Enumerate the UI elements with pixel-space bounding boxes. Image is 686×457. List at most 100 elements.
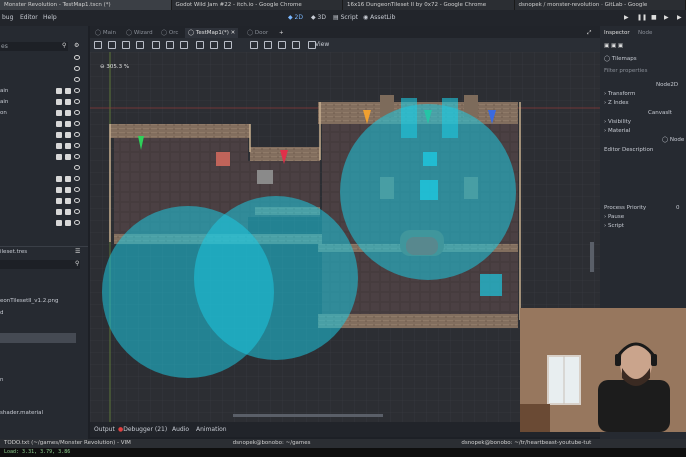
grid-snap-icon[interactable] — [210, 41, 218, 49]
signal-icon[interactable] — [56, 187, 62, 193]
menu-debug[interactable]: bug — [2, 14, 13, 21]
scene-options-icon[interactable]: ⚙ — [74, 42, 79, 49]
tab-animation[interactable]: Animation — [196, 426, 227, 433]
scene-tree-row[interactable] — [0, 64, 88, 75]
visibility-icon[interactable] — [74, 66, 80, 71]
selected-node[interactable]: ◯ Tilemaps — [604, 56, 637, 62]
visibility-icon[interactable] — [74, 187, 80, 192]
section-pause[interactable]: › Pause — [604, 214, 624, 220]
script-icon[interactable] — [65, 209, 71, 215]
scene-tree-row[interactable] — [0, 207, 88, 218]
signal-icon[interactable] — [56, 220, 62, 226]
visibility-icon[interactable] — [74, 176, 80, 181]
mode-assetlib-button[interactable]: ◉ AssetLib — [360, 13, 398, 23]
taskbar-tab-gitlab[interactable]: dsnopek / monster-revolution · GitLab - … — [515, 0, 686, 10]
tab-audio[interactable]: Audio — [172, 426, 189, 433]
view-menu[interactable]: View — [315, 41, 329, 48]
signal-icon[interactable] — [56, 176, 62, 182]
tab-node[interactable]: Node — [638, 30, 652, 36]
process-priority-value[interactable]: 0 — [676, 205, 680, 211]
script-icon[interactable] — [65, 132, 71, 138]
script-icon[interactable] — [65, 176, 71, 182]
tab-orc[interactable]: ◯ Orc — [158, 28, 181, 38]
scene-tree-row[interactable] — [0, 141, 88, 152]
visibility-icon[interactable] — [74, 143, 80, 148]
filesystem-path[interactable]: ileset.tres — [0, 249, 80, 259]
pan-tool-icon[interactable] — [180, 41, 188, 49]
play-custom-icon[interactable]: ▶ — [677, 14, 682, 21]
visibility-icon[interactable] — [74, 99, 80, 104]
tab-wizard[interactable]: ◯ Wizard — [123, 28, 156, 38]
tab-debugger[interactable]: ●Debugger (21) — [118, 426, 167, 433]
distraction-free-icon[interactable]: ⤢ — [584, 28, 594, 38]
scene-tree-row[interactable] — [0, 185, 88, 196]
tab-inspector[interactable]: Inspector — [604, 30, 630, 36]
unlock-icon[interactable] — [264, 41, 272, 49]
menu-help[interactable]: Help — [43, 14, 57, 21]
file-item-selected[interactable] — [0, 333, 76, 343]
horizontal-scrollbar[interactable] — [233, 414, 383, 417]
scene-tree-row[interactable] — [0, 196, 88, 207]
group-icon[interactable] — [65, 88, 71, 94]
filesystem-search-input[interactable] — [0, 260, 80, 269]
scene-tree-row[interactable]: ain — [0, 97, 88, 108]
section-material[interactable]: › Material — [604, 128, 630, 134]
scene-tree-row[interactable] — [0, 218, 88, 229]
status-terminal-games[interactable]: dsnopek@bonobo: ~/games — [229, 439, 458, 448]
signal-icon[interactable] — [56, 121, 62, 127]
visibility-icon[interactable] — [74, 132, 80, 137]
list-select-icon[interactable] — [152, 41, 160, 49]
script-icon[interactable] — [65, 198, 71, 204]
visibility-icon[interactable] — [74, 154, 80, 159]
search-icon[interactable]: ⚲ — [75, 260, 79, 267]
visibility-icon[interactable] — [74, 88, 80, 93]
rotate-tool-icon[interactable] — [122, 41, 130, 49]
move-tool-icon[interactable] — [108, 41, 116, 49]
mode-3d-button[interactable]: ◆ 3D — [308, 13, 329, 23]
scene-tree-row[interactable] — [0, 130, 88, 141]
scale-tool-icon[interactable] — [136, 41, 144, 49]
status-vim[interactable]: TODO.txt (~/games/Monster Revolution) - … — [0, 439, 229, 448]
scene-tree-row[interactable]: ain — [0, 86, 88, 97]
snap-options-icon[interactable] — [224, 41, 232, 49]
ungroup-icon[interactable] — [292, 41, 300, 49]
pause-icon[interactable]: ❚❚ — [637, 14, 647, 21]
section-zindex[interactable]: › Z Index — [604, 100, 629, 106]
play-icon[interactable]: ▶ — [624, 14, 629, 21]
visibility-icon[interactable] — [74, 165, 80, 170]
select-tool-icon[interactable] — [94, 41, 102, 49]
tab-door[interactable]: ◯ Door — [244, 28, 271, 38]
script-icon[interactable] — [65, 121, 71, 127]
script-icon[interactable] — [65, 154, 71, 160]
visibility-icon[interactable] — [74, 55, 80, 60]
signal-icon[interactable] — [56, 110, 62, 116]
taskbar-tab-itch[interactable]: Godot Wild Jam #22 - itch.io - Google Ch… — [172, 0, 343, 10]
scene-tree-row[interactable] — [0, 53, 88, 64]
lock-icon[interactable] — [56, 99, 62, 105]
script-icon[interactable] — [65, 143, 71, 149]
file-item[interactable]: d — [0, 310, 80, 320]
signal-icon[interactable] — [56, 209, 62, 215]
script-icon[interactable] — [65, 220, 71, 226]
zoom-indicator[interactable]: ⊖ 305.3 % — [100, 64, 129, 70]
visibility-icon[interactable] — [74, 220, 80, 225]
stop-icon[interactable]: ■ — [651, 14, 657, 21]
lock-icon[interactable] — [250, 41, 258, 49]
list-view-icon[interactable]: ☰ — [75, 248, 80, 255]
taskbar-tab-godot[interactable]: Monster Revolution - TestMap1.tscn (*) — [0, 0, 172, 10]
visibility-icon[interactable] — [74, 121, 80, 126]
script-icon[interactable] — [65, 187, 71, 193]
status-terminal-tut[interactable]: dsnopek@bonobo: ~/tr/heartbeast-youtube-… — [457, 439, 686, 448]
add-tab-icon[interactable]: + — [276, 28, 287, 38]
pivot-tool-icon[interactable] — [166, 41, 174, 49]
scene-tree-row[interactable]: on — [0, 108, 88, 119]
scene-tree-row[interactable] — [0, 163, 88, 174]
visibility-icon[interactable] — [74, 77, 80, 82]
visibility-icon[interactable] — [74, 209, 80, 214]
visibility-icon[interactable] — [74, 198, 80, 203]
file-item[interactable]: shader.material — [0, 410, 80, 420]
instance-icon[interactable] — [56, 143, 62, 149]
taskbar-tab-tileset[interactable]: 16x16 DungeonTileset II by 0x72 - Google… — [343, 0, 515, 10]
section-transform[interactable]: › Transform — [604, 91, 635, 97]
section-visibility[interactable]: › Visibility — [604, 119, 631, 125]
